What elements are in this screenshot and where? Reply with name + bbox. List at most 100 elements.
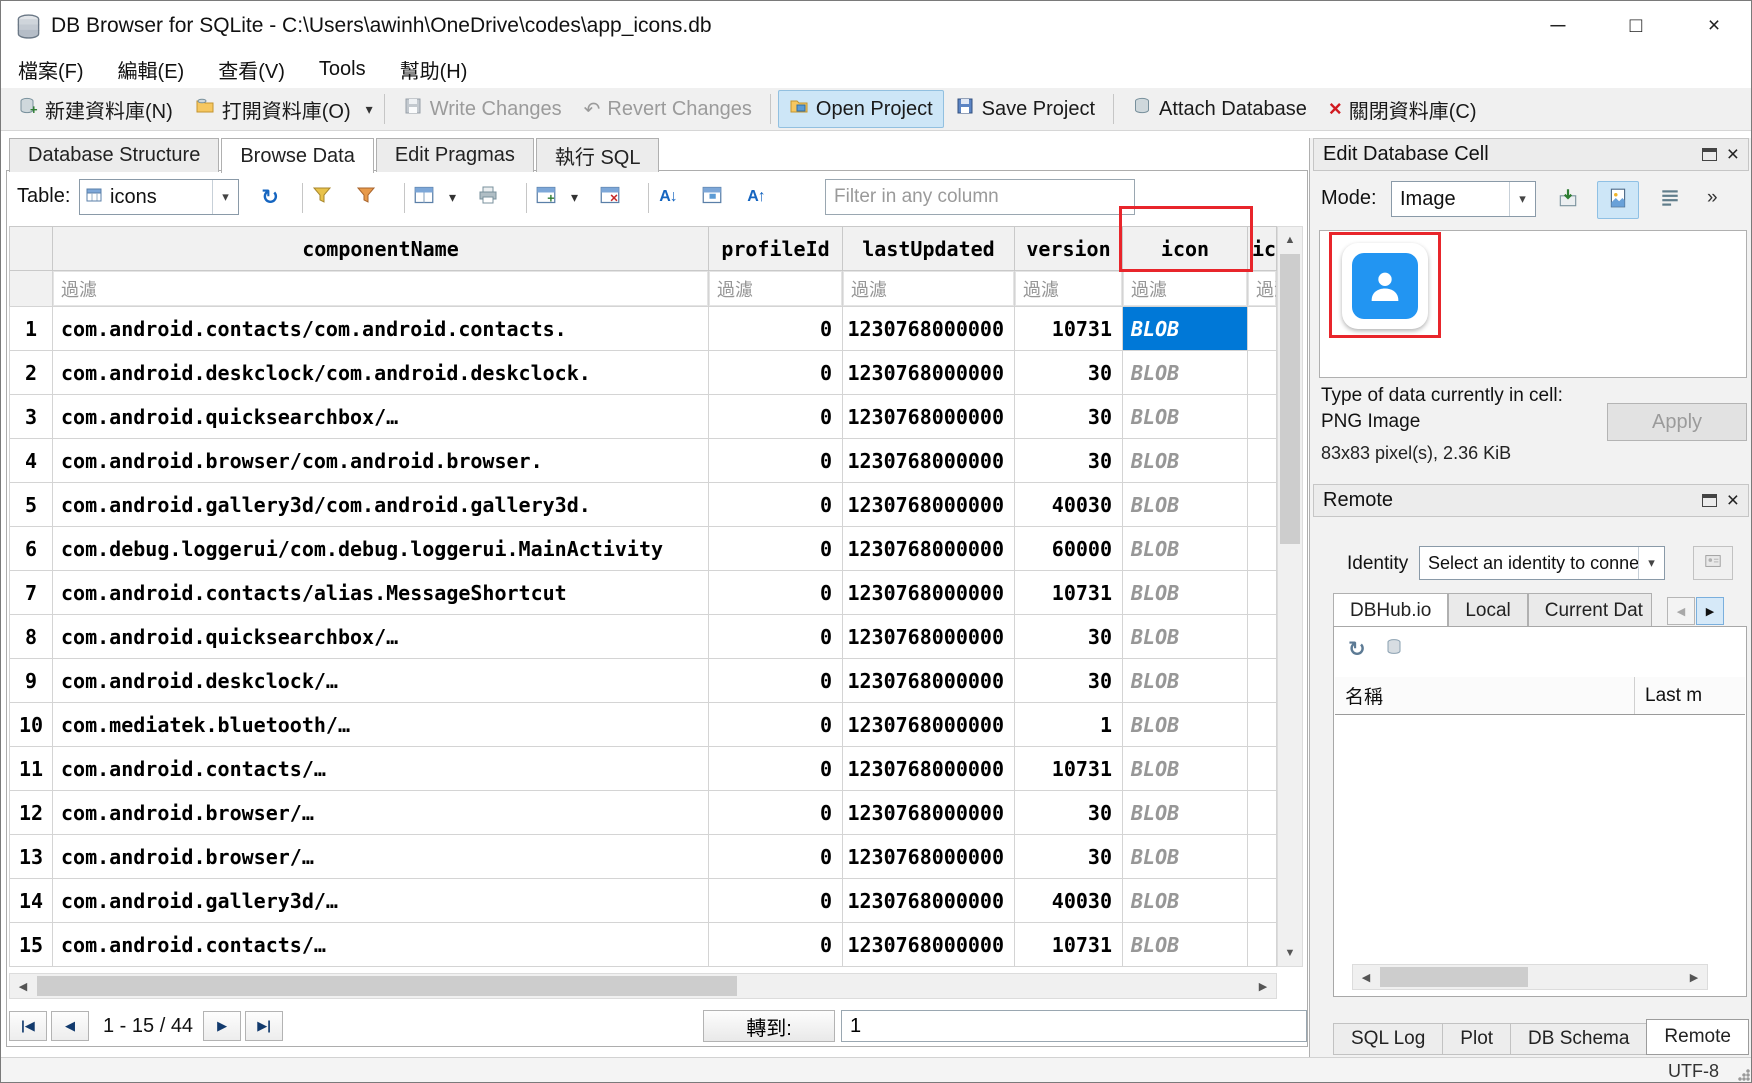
cell-version[interactable]: 10731 — [1015, 571, 1123, 615]
remote-scroll-right-button[interactable]: ▶ — [1681, 965, 1707, 989]
table-row[interactable]: 4 com.android.browser/com.android.browse… — [9, 439, 1277, 483]
filter-profileId[interactable]: 過濾 — [709, 271, 843, 307]
cell-lastUpdated[interactable]: 1230768000000 — [843, 483, 1015, 527]
row-number[interactable]: 4 — [9, 439, 53, 483]
cell-lastUpdated[interactable]: 1230768000000 — [843, 703, 1015, 747]
cell-lastUpdated[interactable]: 1230768000000 — [843, 791, 1015, 835]
cell-profileId[interactable]: 0 — [709, 879, 843, 923]
row-number[interactable]: 10 — [9, 703, 53, 747]
cell-lastUpdated[interactable]: 1230768000000 — [843, 659, 1015, 703]
insert-record-dropdown[interactable]: ▾ — [567, 189, 582, 206]
table-row[interactable]: 15 com.android.contacts/… 0 123076800000… — [9, 923, 1277, 967]
table-row[interactable]: 8 com.android.quicksearchbox/… 0 1230768… — [9, 615, 1277, 659]
open-database-button[interactable]: 打開資料庫(O) — [184, 89, 362, 130]
dock-tab-sql-log[interactable]: SQL Log — [1333, 1023, 1443, 1055]
encoding-indicator[interactable]: UTF-8 — [1668, 1061, 1719, 1082]
horizontal-scrollbar[interactable]: ◀ ▶ — [9, 973, 1277, 999]
import-data-button[interactable] — [1547, 181, 1589, 219]
cell-version[interactable]: 30 — [1015, 659, 1123, 703]
cell-profileId[interactable]: 0 — [709, 615, 843, 659]
cell-icon[interactable]: BLOB — [1123, 659, 1248, 703]
next-record-button[interactable]: ▶ — [203, 1011, 241, 1041]
table-row[interactable]: 1 com.android.contacts/com.android.conta… — [9, 307, 1277, 351]
table-row[interactable]: 9 com.android.deskclock/… 0 123076800000… — [9, 659, 1277, 703]
column-header-profileId[interactable]: profileId — [709, 226, 843, 271]
dock-float-icon[interactable] — [1702, 494, 1717, 507]
refresh-button[interactable]: ↻ — [253, 180, 287, 214]
menu-help[interactable]: 幫助(H) — [383, 51, 485, 88]
horizontal-scroll-thumb[interactable] — [37, 976, 737, 996]
print-button[interactable] — [471, 180, 505, 214]
vertical-scroll-thumb[interactable] — [1280, 254, 1300, 544]
goto-cell-button[interactable] — [695, 180, 729, 214]
filter-lastUpdated[interactable]: 過濾 — [843, 271, 1015, 307]
cell-lastUpdated[interactable]: 1230768000000 — [843, 571, 1015, 615]
tab-database-structure[interactable]: Database Structure — [9, 138, 219, 172]
cell-componentName[interactable]: com.android.gallery3d/com.android.galler… — [53, 483, 709, 527]
cell-version[interactable]: 10731 — [1015, 747, 1123, 791]
cell-icon[interactable]: BLOB — [1123, 571, 1248, 615]
remote-horizontal-scrollbar[interactable]: ◀ ▶ — [1352, 964, 1708, 990]
insert-record-button[interactable]: + — [529, 180, 563, 214]
row-number[interactable]: 7 — [9, 571, 53, 615]
menu-file[interactable]: 檔案(F) — [1, 51, 101, 88]
sort-asc-button[interactable]: A↓ — [651, 180, 685, 214]
cell-componentName[interactable]: com.android.browser/… — [53, 835, 709, 879]
cell-componentName[interactable]: com.android.contacts/… — [53, 923, 709, 967]
goto-input[interactable] — [841, 1010, 1307, 1042]
table-row[interactable]: 12 com.android.browser/… 0 1230768000000… — [9, 791, 1277, 835]
cell-version[interactable]: 30 — [1015, 439, 1123, 483]
cell-componentName[interactable]: com.debug.loggerui/com.debug.loggerui.Ma… — [53, 527, 709, 571]
row-number[interactable]: 1 — [9, 307, 53, 351]
cell-version[interactable]: 40030 — [1015, 483, 1123, 527]
open-project-button[interactable]: Open Project — [778, 90, 944, 128]
cell-profileId[interactable]: 0 — [709, 747, 843, 791]
table-row[interactable]: 7 com.android.contacts/alias.MessageShor… — [9, 571, 1277, 615]
save-results-dropdown[interactable]: ▾ — [445, 189, 460, 206]
tab-scroll-left-button[interactable]: ◀ — [1667, 597, 1695, 625]
cell-lastUpdated[interactable]: 1230768000000 — [843, 439, 1015, 483]
cell-icon[interactable]: BLOB — [1123, 747, 1248, 791]
row-number[interactable]: 13 — [9, 835, 53, 879]
filter-partial[interactable]: 過濾 — [1248, 271, 1277, 307]
row-number[interactable]: 5 — [9, 483, 53, 527]
cell-version[interactable]: 40030 — [1015, 879, 1123, 923]
first-record-button[interactable]: |◀ — [9, 1011, 47, 1041]
remote-column-last-modified[interactable]: Last m — [1635, 677, 1745, 714]
cell-icon[interactable]: BLOB — [1123, 923, 1248, 967]
apply-button[interactable]: Apply — [1607, 403, 1747, 441]
row-number[interactable]: 8 — [9, 615, 53, 659]
scroll-right-button[interactable]: ▶ — [1250, 974, 1276, 998]
table-row[interactable]: 2 com.android.deskclock/com.android.desk… — [9, 351, 1277, 395]
menu-tools[interactable]: Tools — [302, 51, 383, 88]
table-row[interactable]: 10 com.mediatek.bluetooth/… 0 1230768000… — [9, 703, 1277, 747]
column-header-partial[interactable]: ic — [1248, 226, 1277, 271]
cell-version[interactable]: 10731 — [1015, 307, 1123, 351]
save-results-button[interactable] — [407, 180, 441, 214]
cell-version[interactable]: 30 — [1015, 835, 1123, 879]
menu-edit[interactable]: 編輯(E) — [101, 51, 202, 88]
remote-tab-dbhub[interactable]: DBHub.io — [1333, 593, 1448, 627]
sort-desc-button[interactable]: A↑ — [739, 180, 773, 214]
maximize-button[interactable]: □ — [1597, 1, 1675, 51]
table-row[interactable]: 13 com.android.browser/… 0 1230768000000… — [9, 835, 1277, 879]
dock-close-icon[interactable]: × — [1727, 490, 1739, 511]
cell-componentName[interactable]: com.mediatek.bluetooth/… — [53, 703, 709, 747]
cell-icon[interactable]: BLOB — [1123, 439, 1248, 483]
cell-icon[interactable]: BLOB — [1123, 835, 1248, 879]
cell-lastUpdated[interactable]: 1230768000000 — [843, 351, 1015, 395]
row-number[interactable]: 3 — [9, 395, 53, 439]
cell-profileId[interactable]: 0 — [709, 307, 843, 351]
cell-icon[interactable]: BLOB — [1123, 703, 1248, 747]
cell-profileId[interactable]: 0 — [709, 923, 843, 967]
cell-profileId[interactable]: 0 — [709, 351, 843, 395]
dock-tab-plot[interactable]: Plot — [1442, 1023, 1511, 1055]
remote-scroll-left-button[interactable]: ◀ — [1353, 965, 1379, 989]
remote-column-name[interactable]: 名稱 — [1335, 677, 1635, 714]
tab-execute-sql[interactable]: 執行 SQL — [536, 138, 660, 172]
dock-tab-db-schema[interactable]: DB Schema — [1510, 1023, 1647, 1055]
remote-scroll-thumb[interactable] — [1380, 967, 1528, 987]
cell-componentName[interactable]: com.android.deskclock/com.android.deskcl… — [53, 351, 709, 395]
cell-profileId[interactable]: 0 — [709, 703, 843, 747]
prev-record-button[interactable]: ◀ — [51, 1011, 89, 1041]
